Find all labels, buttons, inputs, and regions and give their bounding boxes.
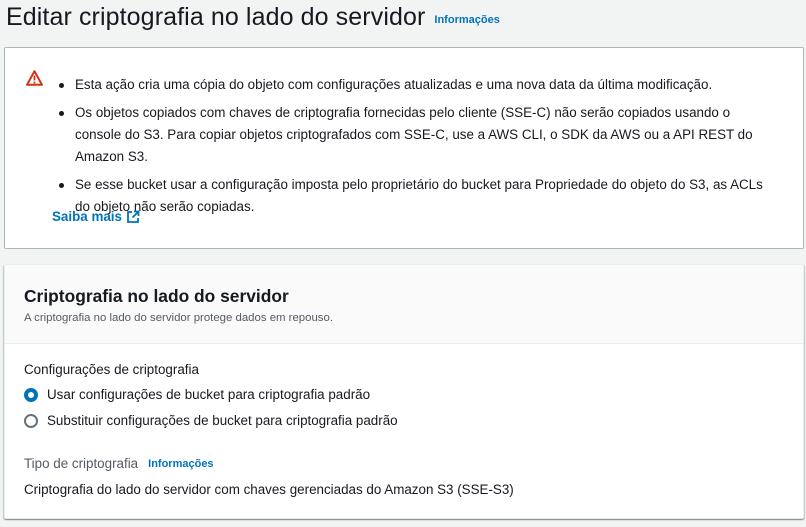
encryption-type-label: Tipo de criptografia — [24, 456, 139, 471]
radio-label: Usar configurações de bucket para cripto… — [47, 387, 371, 402]
warning-item: Os objetos copiados com chaves de cripto… — [59, 102, 779, 168]
warning-triangle-icon — [26, 70, 43, 86]
panel-title: Criptografia no lado do servidor — [24, 286, 289, 306]
page-title: Editar criptografia no lado do servidor — [6, 2, 426, 31]
encryption-type-row: Tipo de criptografia Informações — [24, 456, 214, 471]
warning-list: Esta ação cria uma cópia do objeto com c… — [59, 74, 779, 224]
page-header: Editar criptografia no lado do servidor … — [6, 0, 500, 34]
panel-header: Criptografia no lado do servidor A cript… — [5, 265, 803, 344]
radio-button-checked[interactable] — [24, 387, 38, 402]
radio-label: Substituir configurações de bucket para … — [47, 413, 398, 428]
encryption-settings-label: Configurações de criptografia — [24, 362, 199, 377]
radio-button[interactable] — [24, 413, 38, 428]
header-info-link[interactable]: Informações — [434, 14, 499, 26]
panel-description: A criptografia no lado do servidor prote… — [24, 312, 334, 324]
radio-override-bucket-settings[interactable]: Substituir configurações de bucket para … — [24, 413, 398, 428]
learn-more-link[interactable]: Saiba mais — [52, 209, 140, 224]
warning-item: Esta ação cria uma cópia do objeto com c… — [59, 74, 779, 96]
encryption-type-info-link[interactable]: Informações — [148, 458, 213, 470]
warning-alert: Esta ação cria uma cópia do objeto com c… — [4, 47, 804, 249]
radio-use-bucket-settings[interactable]: Usar configurações de bucket para cripto… — [24, 387, 370, 402]
page: Editar criptografia no lado do servidor … — [0, 0, 806, 527]
learn-more-label[interactable]: Saiba mais — [52, 209, 122, 224]
warning-item: Se esse bucket usar a configuração impos… — [59, 174, 779, 218]
encryption-type-value: Criptografia do lado do servidor com cha… — [24, 482, 514, 497]
encryption-panel: Criptografia no lado do servidor A cript… — [4, 264, 804, 519]
external-link-icon — [127, 210, 140, 223]
